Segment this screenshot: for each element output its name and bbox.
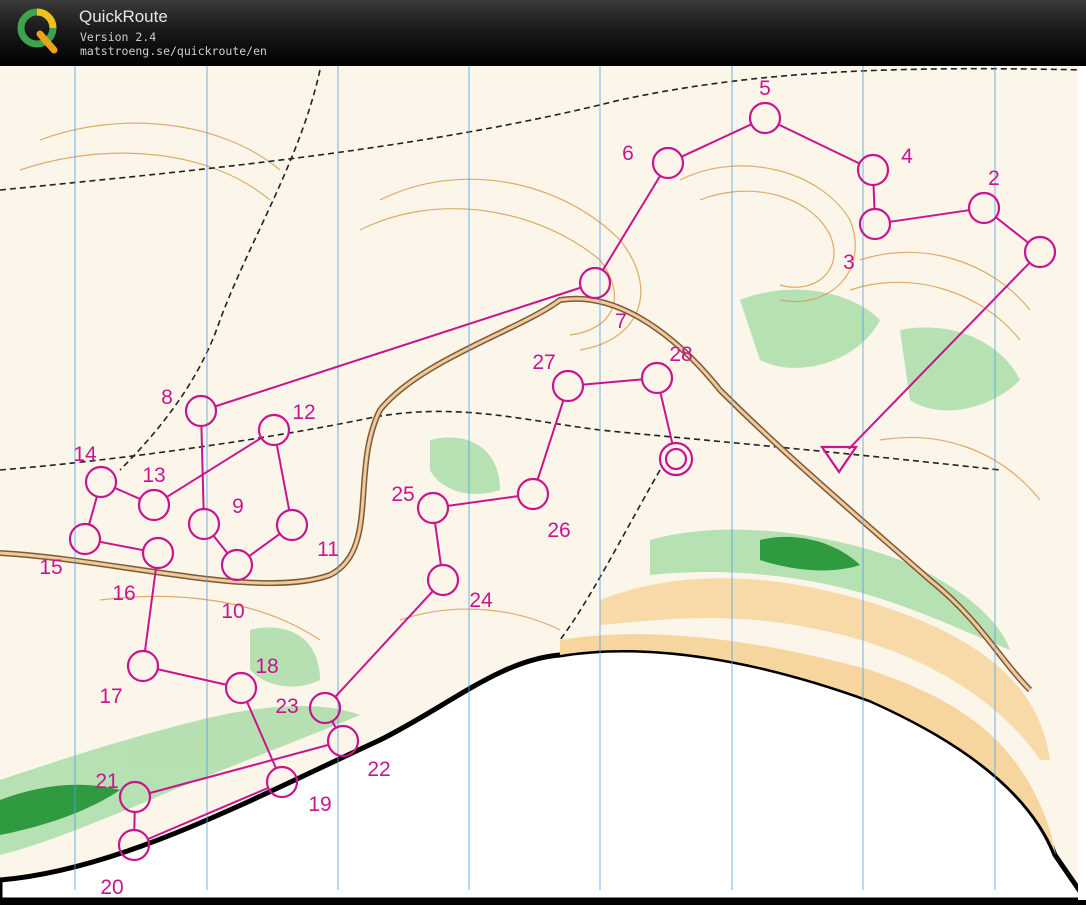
app-header: QuickRoute Version 2.4 matstroeng.se/qui… [0,0,1086,66]
course-leg [874,185,875,209]
control-number: 27 [532,351,555,374]
control-number: 2 [988,167,1000,190]
app-url[interactable]: matstroeng.se/quickroute/en [80,44,267,58]
map-canvas[interactable]: 1234567891011121314151617181920212223242… [0,66,1086,900]
map-edge [1078,66,1086,900]
control-number: 7 [615,310,627,333]
control-number: 16 [112,582,135,605]
control-number: 25 [391,483,414,506]
control-number: 23 [275,695,298,718]
control-number: 3 [843,251,855,274]
control-number: 14 [73,443,97,466]
control-number: 17 [99,685,122,708]
control-number: 10 [221,600,244,623]
app-version: Version 2.4 [80,30,156,44]
control-number: 12 [292,401,315,424]
control-number: 22 [367,758,390,781]
control-number: 4 [901,145,913,168]
control-number: 8 [161,386,173,409]
control-number: 18 [255,655,278,678]
control-number: 11 [317,538,339,561]
app-title: QuickRoute [79,7,168,27]
control-number: 13 [142,464,165,487]
control-number: 5 [759,77,771,100]
control-number: 21 [95,770,118,793]
control-number: 15 [39,556,62,579]
control-number: 9 [232,495,244,518]
orienteering-map[interactable]: 1234567891011121314151617181920212223242… [0,66,1086,900]
control-number: 6 [622,142,634,165]
control-number: 24 [469,589,493,612]
quickroute-logo-icon [16,8,62,54]
control-number: 19 [308,793,331,816]
control-number: 28 [669,343,692,366]
control-number: 26 [547,519,570,542]
control-number: 20 [100,876,123,899]
